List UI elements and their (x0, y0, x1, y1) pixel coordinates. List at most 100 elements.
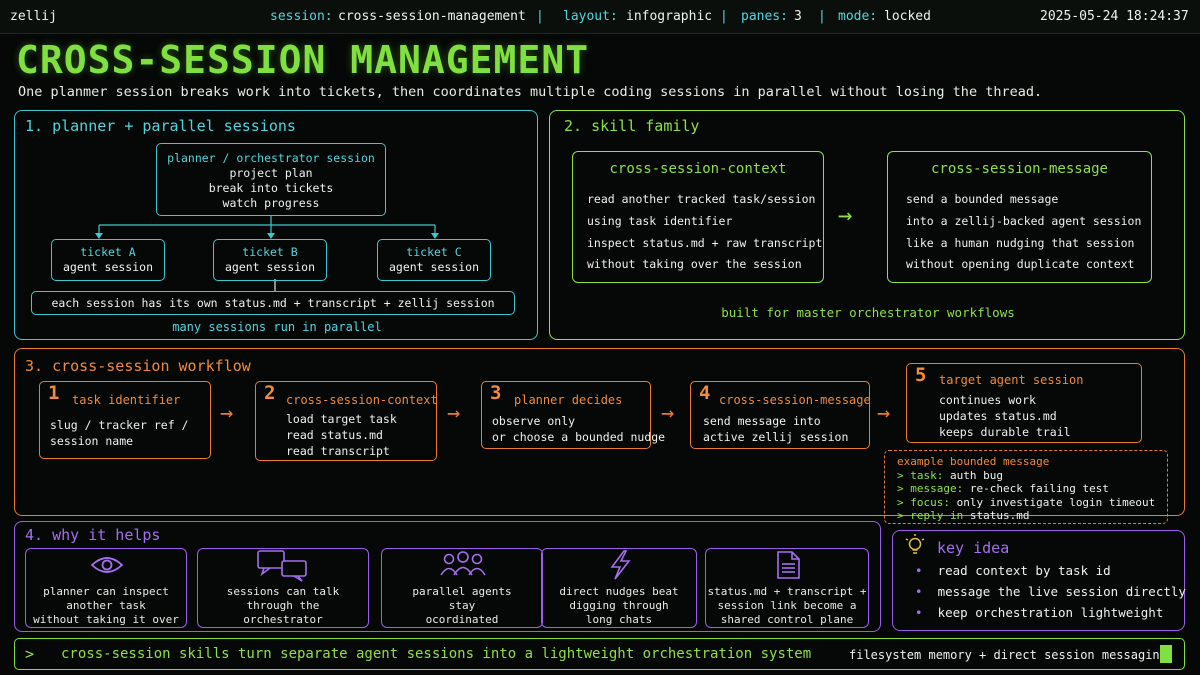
step-line: read transcript (286, 444, 390, 458)
why-it-helps-panel: 4. why it helps planner can inspect anot… (14, 521, 881, 632)
step-number: 3 (490, 382, 502, 404)
key-idea-item: • message the live session directly (915, 584, 1186, 599)
panel-title: 4. why it helps (25, 526, 161, 544)
ticket-b-box: ticket B agent session (213, 239, 327, 281)
prompt-symbol: > (25, 645, 35, 663)
skill-title: cross-session-message (930, 161, 1108, 177)
example-key: > focus: (897, 495, 950, 509)
panes-label: panes: (741, 9, 788, 24)
benefit-line: planner can inspect (43, 585, 169, 598)
arrow-right-icon: → (447, 401, 461, 426)
skill-line: without opening duplicate context (906, 257, 1135, 271)
page-title: CROSS-SESSION MANAGEMENT (16, 38, 590, 82)
layout-label: layout: (563, 9, 618, 24)
layout-value: infographic (626, 9, 713, 24)
arrow-right-icon: → (877, 401, 891, 426)
benefit-line: ocordinated (425, 613, 499, 626)
arrow-right-icon: → (661, 401, 675, 426)
people-group-icon (440, 551, 486, 576)
eye-icon (90, 557, 124, 573)
command-bar[interactable]: > cross-session skills turn separate age… (14, 638, 1185, 670)
key-idea-title: key idea (937, 539, 1010, 557)
example-message-box: example bounded message > task: auth bug… (884, 450, 1168, 524)
skill-line: like a human nudging that session (906, 236, 1135, 250)
separator: | (536, 9, 544, 24)
mode-value: locked (884, 9, 931, 24)
step-title: task identifier (72, 393, 181, 407)
panel-title: 2. skill family (564, 117, 700, 135)
skill-line: using task identifier (587, 214, 733, 228)
panel-footer: many sessions run in parallel (172, 320, 382, 334)
arrow-right-icon: → (838, 201, 853, 229)
skill-line: into a zellij-backed agent session (906, 214, 1142, 228)
separator: | (720, 9, 728, 24)
benefit-line: status.md + transcript + (707, 585, 867, 598)
step-line: active zellij session (703, 430, 849, 444)
benefit-line: direct nudges beat (559, 585, 679, 598)
workflow-step-1: 1 task identifier slug / tracker ref / s… (39, 381, 211, 459)
session-label: session: (270, 9, 333, 24)
benefit-line: stay (448, 599, 476, 612)
key-idea-text: message the live session directly (937, 584, 1186, 599)
status-bar: zellij session: cross-session-management… (0, 0, 1200, 34)
ticket-sub: agent session (224, 260, 315, 274)
benefit-line: orchestrator (243, 613, 323, 626)
step-line: continues work (939, 393, 1036, 407)
step-line: read status.md (286, 428, 383, 442)
example-title: example bounded message (897, 455, 1050, 468)
arrow-right-icon: → (220, 401, 234, 426)
workflow-step-5: 5 target agent session continues work up… (906, 363, 1142, 443)
benefit-line: parallel agents (412, 585, 512, 598)
bullet: • (915, 605, 923, 620)
step-line: load target task (286, 412, 397, 426)
ticket-c-box: ticket C agent session (377, 239, 491, 281)
lightbulb-icon (905, 534, 925, 554)
key-idea-panel: key idea • read context by task id • mes… (892, 530, 1186, 631)
example-key: > task: (897, 468, 944, 482)
key-idea-item: • read context by task id (915, 563, 1111, 578)
benefit-line: another task (66, 599, 146, 612)
planner-panel: 1. planner + parallel sessions planner /… (14, 110, 538, 340)
step-title: planner decides (514, 393, 623, 407)
page-subtitle: One planmer session breaks work into tic… (18, 84, 1043, 100)
ticket-title: ticket A (80, 245, 136, 259)
example-key: > message: (897, 482, 964, 495)
shared-resources-box: each session has its own status.md + tra… (31, 291, 515, 315)
step-number: 2 (264, 382, 276, 404)
step-title: cross-session-message (719, 393, 871, 407)
benefit-card: parallel agents stay ocordinated (381, 548, 543, 628)
document-icon (777, 551, 800, 579)
benefit-line: long chats (585, 613, 653, 626)
skill-line: read another tracked task/session (587, 192, 816, 206)
key-idea-text: read context by task id (937, 563, 1111, 578)
ticket-title: ticket C (406, 245, 462, 259)
ticket-a-box: ticket A agent session (51, 239, 165, 281)
skill-title: cross-session-context (609, 161, 787, 177)
bullet: • (915, 563, 923, 578)
step-number: 4 (699, 382, 711, 404)
step-line: slug / tracker ref / (50, 418, 189, 432)
ticket-sub: agent session (62, 260, 153, 274)
panes-value: 3 (794, 9, 802, 24)
step-line: updates status.md (939, 409, 1057, 423)
workflow-panel: 3. cross-session workflow 1 task identif… (14, 348, 1185, 524)
panel-title: 3. cross-session workflow (25, 357, 251, 375)
mode-label: mode: (838, 9, 878, 24)
planner-line: project plan (229, 166, 313, 180)
app-name: zellij (10, 9, 57, 24)
step-title: cross-session-context (286, 393, 438, 407)
benefit-card: sessions can talk through the orchestrat… (197, 548, 369, 628)
step-number: 5 (915, 364, 927, 386)
shared-resources-text: each session has its own status.md + tra… (51, 296, 495, 310)
example-key: > reply in (897, 509, 970, 522)
benefit-line: through the (246, 599, 320, 612)
planner-line: break into tickets (208, 181, 334, 195)
key-idea-item: • keep orchestration lightweight (915, 605, 1163, 620)
benefit-line: without taking it over (33, 613, 179, 626)
benefit-line: session link become a (717, 599, 857, 612)
skill-line: send a bounded message (906, 192, 1059, 206)
benefit-line: digging through (569, 599, 669, 612)
step-line: observe only (492, 414, 576, 428)
step-title: target agent session (939, 373, 1084, 387)
step-line: send message into (703, 414, 821, 428)
